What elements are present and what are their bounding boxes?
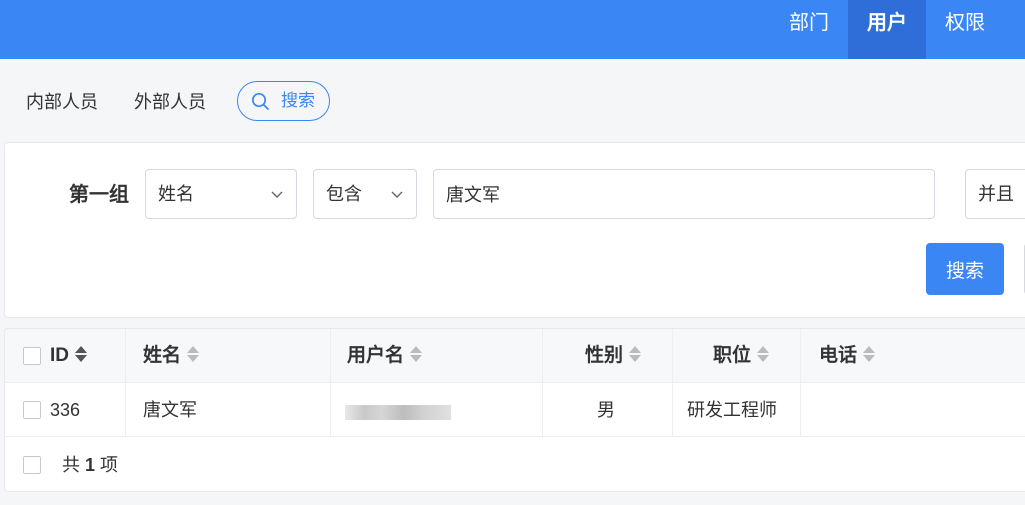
table-cell-id: 336	[5, 383, 126, 437]
sort-icon[interactable]	[74, 344, 88, 364]
search-toggle-label: 搜索	[281, 91, 315, 110]
column-label: 用户名	[347, 345, 405, 366]
top-nav-bar: 部门 用户 权限	[0, 0, 1025, 59]
column-header-username[interactable]: 用户名	[331, 329, 543, 383]
search-button[interactable]: 搜索	[926, 243, 1004, 295]
column-label: 电话	[819, 345, 858, 366]
table-cell-phone	[801, 383, 1025, 437]
filter-value-input[interactable]	[433, 169, 935, 219]
sort-icon[interactable]	[186, 344, 200, 364]
nav-item-user[interactable]: 用户	[848, 0, 926, 59]
column-header-phone[interactable]: 电话	[801, 329, 1025, 383]
operator-select-value: 包含	[326, 184, 362, 204]
total-count: 共 1 项	[62, 455, 119, 475]
cell-value: 336	[50, 400, 81, 420]
table-cell-name: 唐文军	[126, 383, 331, 437]
cell-value: 唐文军	[143, 400, 197, 420]
sort-icon[interactable]	[628, 344, 642, 364]
obscured-username	[345, 405, 451, 420]
sort-icon[interactable]	[756, 344, 770, 364]
search-icon	[251, 92, 269, 110]
column-label: 职位	[713, 345, 752, 366]
select-all-checkbox[interactable]	[23, 347, 41, 365]
chevron-down-icon	[271, 191, 283, 198]
column-label: ID	[50, 345, 69, 366]
user-table: ID 姓名 用户名 性别 职位 电话 336 唐文军 男 研发工程师 共 1 项	[4, 328, 1025, 492]
sort-icon[interactable]	[409, 344, 423, 364]
field-select-value: 姓名	[158, 184, 194, 204]
operator-select[interactable]: 包含	[313, 169, 417, 219]
table-cell-username	[331, 383, 543, 437]
nav-item-department[interactable]: 部门	[770, 0, 848, 59]
sort-icon[interactable]	[862, 344, 876, 364]
cell-value: 男	[597, 400, 615, 420]
footer-checkbox[interactable]	[23, 456, 41, 474]
logic-select[interactable]: 并且	[965, 169, 1025, 219]
filter-group-label: 第一组	[69, 184, 129, 206]
field-select[interactable]: 姓名	[145, 169, 297, 219]
column-label: 姓名	[143, 345, 182, 366]
row-checkbox[interactable]	[23, 401, 41, 419]
column-header-gender[interactable]: 性别	[543, 329, 673, 383]
nav-item-permission[interactable]: 权限	[926, 0, 1004, 59]
column-header-position[interactable]: 职位	[673, 329, 801, 383]
column-header-name[interactable]: 姓名	[126, 329, 331, 383]
column-label: 性别	[585, 345, 624, 366]
cell-value: 研发工程师	[687, 400, 777, 420]
tab-internal-staff[interactable]: 内部人员	[26, 88, 98, 116]
tab-external-staff[interactable]: 外部人员	[134, 88, 206, 116]
table-cell-position: 研发工程师	[673, 383, 801, 437]
chevron-down-icon	[391, 191, 403, 198]
logic-select-value: 并且	[978, 184, 1014, 204]
search-toggle-button[interactable]: 搜索	[237, 81, 330, 121]
table-footer: 共 1 项	[5, 438, 1025, 491]
column-header-id[interactable]: ID	[5, 329, 126, 383]
table-cell-gender: 男	[543, 383, 673, 437]
